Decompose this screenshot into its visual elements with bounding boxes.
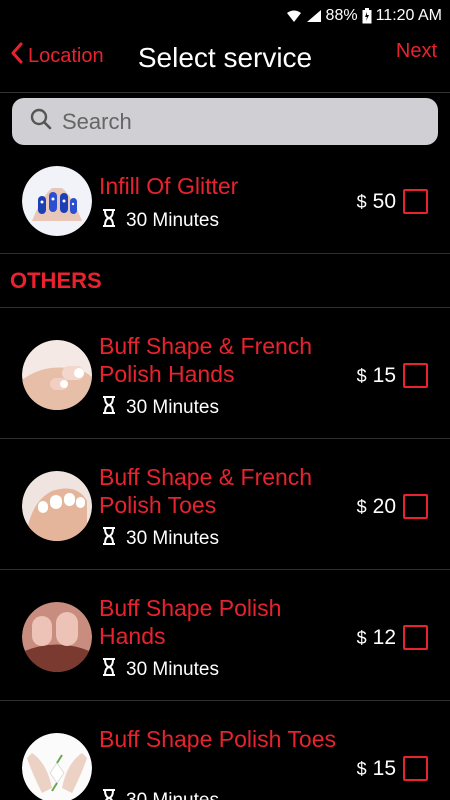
duration-label: 30 Minutes [126, 528, 219, 549]
back-button-label: Location [28, 44, 104, 67]
duration-label: 30 Minutes [126, 397, 219, 418]
search-input[interactable] [62, 108, 402, 135]
service-price: $ 15 [357, 757, 396, 781]
nav-divider [0, 92, 450, 93]
service-price: $ 15 [357, 364, 396, 388]
price-currency: $ [356, 759, 367, 779]
price-currency: $ [356, 366, 367, 386]
service-checkbox[interactable] [403, 189, 428, 214]
signal-icon [306, 9, 322, 23]
chevron-left-icon [10, 42, 24, 70]
service-thumbnail [22, 733, 92, 800]
section-title: OTHERS [10, 268, 102, 293]
hourglass-icon [102, 396, 116, 420]
section-header: OTHERS [0, 254, 450, 308]
duration-label: 30 Minutes [126, 210, 219, 231]
service-thumbnail [22, 602, 92, 672]
price-amount: 50 [372, 190, 396, 213]
service-checkbox[interactable] [403, 756, 428, 781]
search-icon [30, 108, 52, 135]
list-item[interactable]: Buff Shape & French Polish Toes 30 Minut… [0, 439, 450, 570]
service-name: Buff Shape Polish Toes [99, 726, 336, 752]
battery-percent: 88% [325, 7, 358, 24]
price-amount: 20 [372, 495, 396, 518]
price-currency: $ [356, 497, 367, 517]
service-list[interactable]: Infill Of Glitter 30 Minutes $ 50 OTHERS [0, 150, 450, 800]
service-duration: 30 Minutes [102, 396, 219, 420]
price-amount: 15 [372, 364, 396, 387]
service-duration: 30 Minutes [102, 209, 219, 233]
price-amount: 15 [372, 757, 396, 780]
service-thumbnail [22, 340, 92, 410]
hourglass-icon [102, 209, 116, 233]
list-item[interactable]: Buff Shape Polish Hands 30 Minutes $ 12 [0, 570, 450, 701]
hourglass-icon [102, 527, 116, 551]
service-name: Buff Shape & French Polish Toes [99, 464, 313, 518]
service-name: Buff Shape & French Polish Hands [99, 333, 313, 387]
service-price: $ 12 [357, 626, 396, 650]
list-item[interactable]: Buff Shape & French Polish Hands 30 Minu… [0, 308, 450, 439]
price-currency: $ [356, 628, 367, 648]
duration-label: 30 Minutes [126, 659, 219, 680]
service-price: $ 20 [357, 495, 396, 519]
hourglass-icon [102, 789, 116, 800]
next-button[interactable]: Next [396, 40, 437, 63]
search-bar[interactable] [12, 98, 438, 145]
clock: 11:20 AM [375, 7, 442, 24]
back-button[interactable]: Location [10, 42, 104, 70]
service-checkbox[interactable] [403, 363, 428, 388]
list-item[interactable]: Infill Of Glitter 30 Minutes $ 50 [0, 150, 450, 254]
service-thumbnail [22, 166, 92, 236]
service-checkbox[interactable] [403, 625, 428, 650]
service-duration: 30 Minutes [102, 789, 219, 800]
wifi-icon [286, 9, 302, 23]
duration-label: 30 Minutes [126, 790, 219, 800]
battery-icon [362, 8, 372, 24]
service-thumbnail [22, 471, 92, 541]
service-duration: 30 Minutes [102, 527, 219, 551]
hourglass-icon [102, 658, 116, 682]
status-bar: 88% 11:20 AM [0, 0, 450, 32]
nav-bar: Location Select service Next [0, 32, 450, 90]
price-currency: $ [356, 192, 367, 212]
service-checkbox[interactable] [403, 494, 428, 519]
service-duration: 30 Minutes [102, 658, 219, 682]
service-name: Buff Shape Polish Hands [99, 595, 282, 649]
price-amount: 12 [372, 626, 396, 649]
service-price: $ 50 [357, 190, 396, 214]
list-item[interactable]: Buff Shape Polish Toes 30 Minutes $ 15 [0, 701, 450, 800]
service-name: Infill Of Glitter [99, 173, 239, 199]
